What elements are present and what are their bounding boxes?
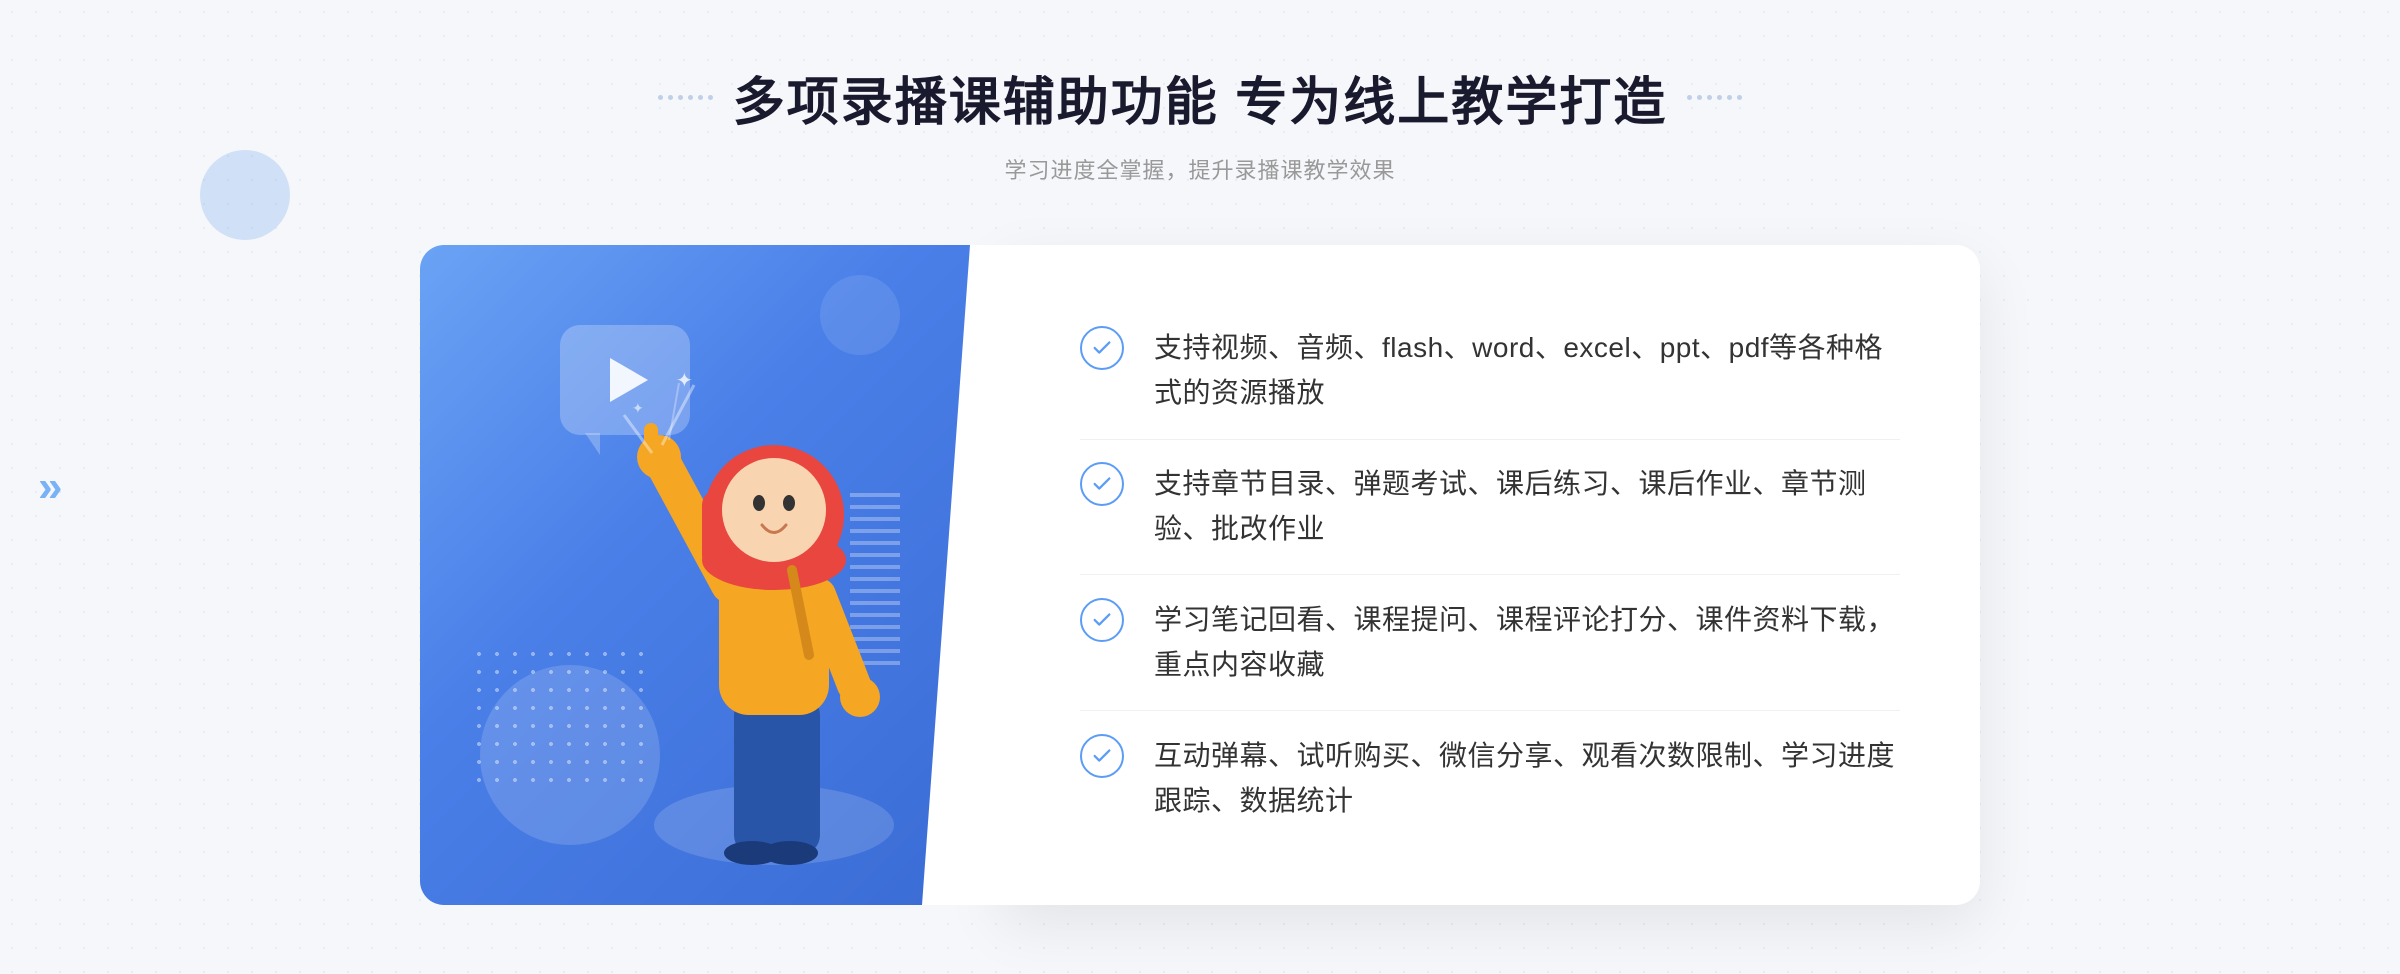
main-content: ✦ ✦ 支持视频、音频、flash、word、excel、ppt、pdf等各种格… <box>420 245 1980 905</box>
illustration-card: ✦ ✦ <box>420 245 1000 905</box>
check-icon-2 <box>1080 462 1124 506</box>
feature-text-2: 支持章节目录、弹题考试、课后练习、课后作业、章节测验、批改作业 <box>1154 462 1900 552</box>
svg-text:✦: ✦ <box>632 400 644 416</box>
small-circle-decoration <box>200 150 290 240</box>
svg-text:✦: ✦ <box>676 370 693 392</box>
person-illustration: ✦ ✦ <box>614 345 934 905</box>
page-wrapper: 多项录播课辅助功能 专为线上教学打造 学习进度全掌握，提升录播课教学效果 <box>0 0 2400 974</box>
feature-text-1: 支持视频、音频、flash、word、excel、ppt、pdf等各种格式的资源… <box>1154 326 1900 416</box>
check-icon-1 <box>1080 326 1124 370</box>
header-section: 多项录播课辅助功能 专为线上教学打造 学习进度全掌握，提升录播课教学效果 <box>658 60 1742 185</box>
title-deco-right <box>1687 95 1742 100</box>
divider-2 <box>1080 574 1900 575</box>
left-arrow-decoration: » <box>38 462 62 512</box>
feature-text-4: 互动弹幕、试听购买、微信分享、观看次数限制、学习进度跟踪、数据统计 <box>1154 734 1900 824</box>
divider-3 <box>1080 710 1900 711</box>
feature-item-2: 支持章节目录、弹题考试、课后练习、课后作业、章节测验、批改作业 <box>1080 442 1900 572</box>
feature-item-3: 学习笔记回看、课程提问、课程评论打分、课件资料下载，重点内容收藏 <box>1080 578 1900 708</box>
check-icon-4 <box>1080 734 1124 778</box>
divider-1 <box>1080 439 1900 440</box>
circle-decoration-2 <box>820 275 900 355</box>
page-subtitle: 学习进度全掌握，提升录播课教学效果 <box>658 153 1742 185</box>
feature-text-3: 学习笔记回看、课程提问、课程评论打分、课件资料下载，重点内容收藏 <box>1154 598 1900 688</box>
header-title-row: 多项录播课辅助功能 专为线上教学打造 <box>658 60 1742 135</box>
title-deco-left <box>658 95 713 100</box>
features-card: 支持视频、音频、flash、word、excel、ppt、pdf等各种格式的资源… <box>1000 245 1980 905</box>
check-icon-3 <box>1080 598 1124 642</box>
page-title: 多项录播课辅助功能 专为线上教学打造 <box>733 60 1667 135</box>
feature-item-4: 互动弹幕、试听购买、微信分享、观看次数限制、学习进度跟踪、数据统计 <box>1080 714 1900 844</box>
feature-item-1: 支持视频、音频、flash、word、excel、ppt、pdf等各种格式的资源… <box>1080 306 1900 436</box>
